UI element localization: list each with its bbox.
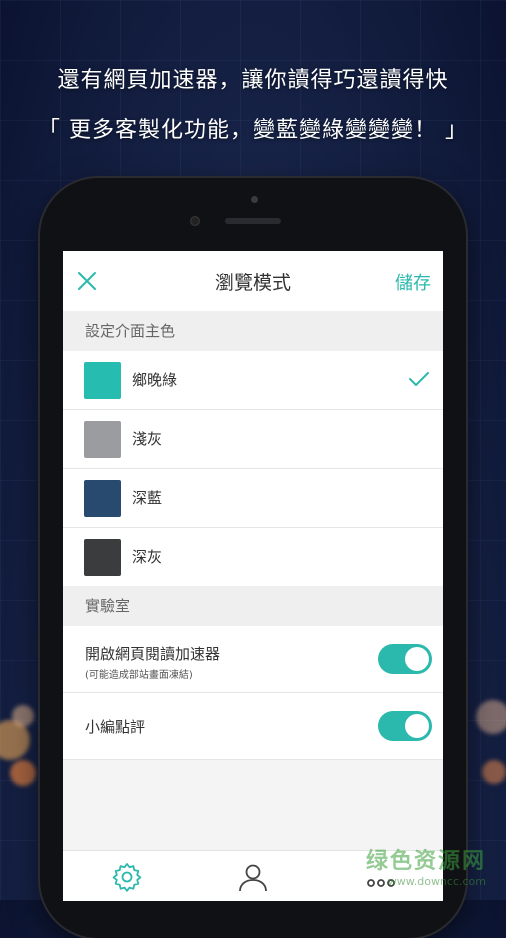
color-swatch [84, 539, 121, 576]
bokeh-light [12, 705, 34, 727]
promo-line-1: 還有網頁加速器，讓你讀得巧還讀得快 [57, 68, 449, 93]
theme-option-green[interactable]: 鄉晚綠 [63, 351, 443, 410]
gear-icon[interactable] [111, 861, 143, 893]
editor-review-label: 小編點評 [85, 718, 146, 736]
theme-option-label: 深灰 [132, 548, 163, 566]
theme-option-label: 淺灰 [132, 430, 163, 448]
lab-section-heading: 實驗室 [63, 586, 443, 626]
save-button[interactable]: 儲存 [395, 269, 431, 295]
top-bar: 瀏覽模式 儲存 [63, 251, 443, 311]
color-swatch [84, 421, 121, 458]
reader-accelerator-sublabel: (可能造成部站畫面凍結) [85, 670, 193, 681]
reader-accelerator-label: 開啟網頁閱讀加速器 [85, 645, 221, 663]
color-swatch [84, 480, 121, 517]
theme-option-dark-blue[interactable]: 深藍 [63, 469, 443, 528]
reader-accelerator-row: 開啟網頁閱讀加速器 (可能造成部站畫面凍結) [63, 626, 443, 693]
bokeh-light [482, 760, 506, 784]
watermark: 绿色资源网 www.downcc.com [366, 843, 486, 888]
watermark-url: www.downcc.com [387, 875, 486, 888]
toggle-knob [405, 714, 429, 738]
bokeh-light [10, 760, 36, 786]
toggle-knob [405, 647, 429, 671]
editor-review-row: 小編點評 [63, 693, 443, 760]
proximity-sensor [190, 216, 200, 226]
page-title: 瀏覽模式 [214, 272, 291, 294]
editor-review-toggle[interactable] [378, 711, 432, 741]
phone-frame: 瀏覽模式 儲存 設定介面主色 鄉晚綠 淺灰 深藍 深灰 實驗室 開啟網頁閱讀加速… [40, 178, 466, 938]
reader-accelerator-toggle[interactable] [378, 644, 432, 674]
color-swatch [84, 362, 121, 399]
app-screen: 瀏覽模式 儲存 設定介面主色 鄉晚綠 淺灰 深藍 深灰 實驗室 開啟網頁閱讀加速… [63, 251, 443, 901]
checkmark-icon [409, 372, 429, 386]
theme-option-dark-gray[interactable]: 深灰 [63, 528, 443, 586]
theme-option-label: 鄉晚綠 [132, 371, 178, 389]
theme-option-label: 深藍 [132, 489, 163, 507]
theme-option-light-gray[interactable]: 淺灰 [63, 410, 443, 469]
theme-section-heading: 設定介面主色 [63, 311, 443, 351]
earpiece-speaker [225, 218, 281, 224]
front-camera [251, 196, 258, 203]
promo-line-2: 「 更多客製化功能，變藍變綠變變變！ 」 [38, 118, 468, 143]
watermark-title: 绿色资源网 [365, 849, 486, 874]
user-icon[interactable] [237, 861, 269, 893]
bokeh-light [476, 700, 506, 734]
